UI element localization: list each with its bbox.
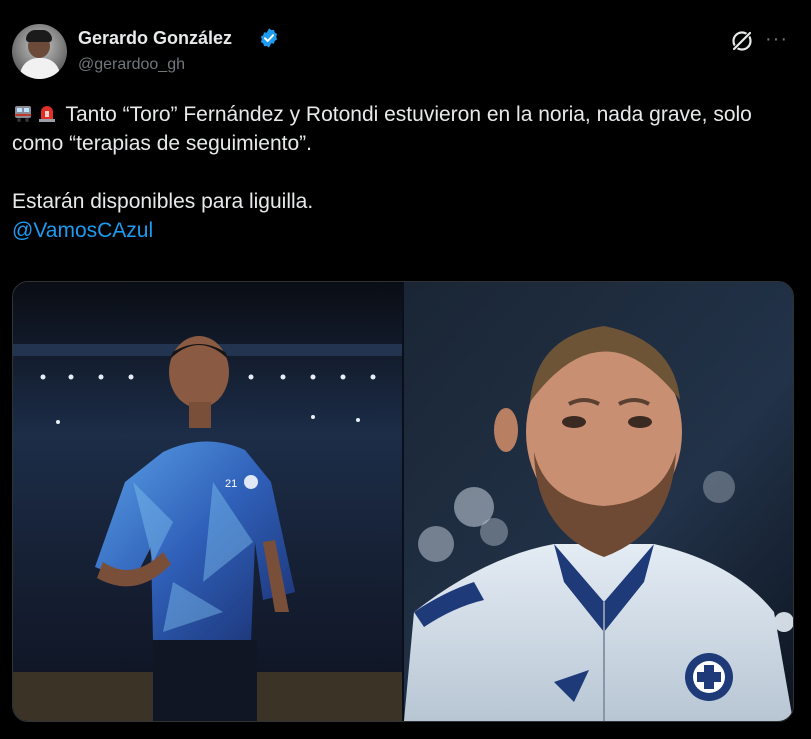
- siren-emoji-icon: [39, 106, 55, 122]
- media-grid[interactable]: 21: [12, 281, 794, 722]
- author-handle[interactable]: @gerardoo_gh: [78, 56, 185, 74]
- tweet-line-1-text: Tanto “Toro” Fernández y Rotondi estuvie…: [12, 103, 752, 155]
- train-emoji-icon: [15, 106, 31, 122]
- author-avatar[interactable]: [12, 24, 67, 79]
- left-jersey-number: 21: [225, 478, 237, 490]
- verified-badge-icon: [260, 28, 278, 48]
- author-display-name[interactable]: Gerardo González: [78, 28, 232, 49]
- tweet-line-1: Tanto “Toro” Fernández y Rotondi estuvie…: [12, 100, 792, 158]
- photo-left[interactable]: 21: [13, 282, 402, 721]
- photo-left-image: 21: [13, 282, 402, 721]
- tweet-line-2: Estarán disponibles para liguilla.: [12, 190, 314, 213]
- tweet-text: Tanto “Toro” Fernández y Rotondi estuvie…: [12, 100, 792, 245]
- mention-link[interactable]: @VamosCAzul: [12, 219, 153, 242]
- photo-right-image: [404, 282, 793, 721]
- grok-icon[interactable]: [729, 28, 755, 54]
- photo-right[interactable]: [404, 282, 793, 721]
- more-icon[interactable]: ···: [765, 26, 791, 52]
